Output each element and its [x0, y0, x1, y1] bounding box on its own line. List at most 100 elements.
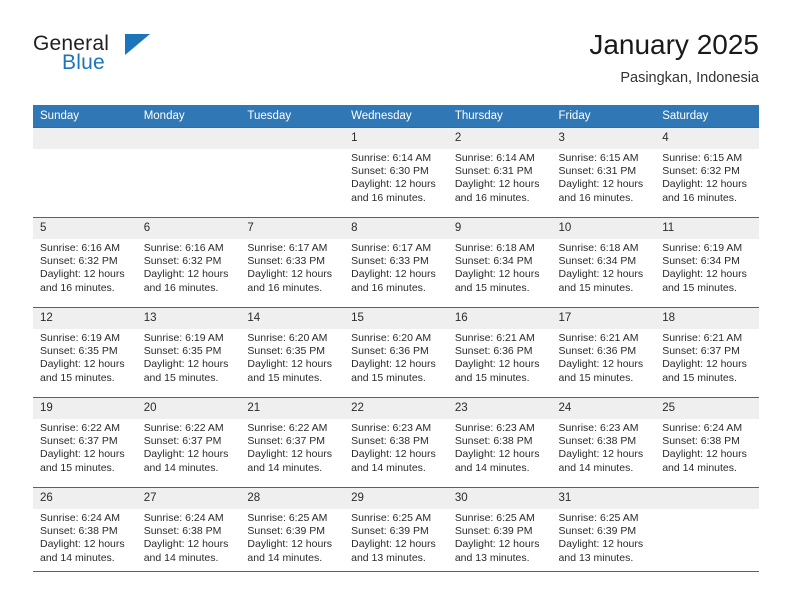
- calendar-day-cell[interactable]: 24 Sunrise: 6:23 AM Sunset: 6:38 PM Dayligh…: [551, 397, 656, 488]
- calendar-day-cell[interactable]: 20 Sunrise: 6:22 AM Sunset: 6:37 PM Dayligh…: [136, 397, 241, 488]
- day-detail-line: Sunset: 6:38 PM: [662, 435, 740, 448]
- day-number: 21: [240, 398, 345, 419]
- day-details: Sunrise: 6:22 AM Sunset: 6:37 PM Daylight:…: [33, 419, 137, 475]
- calendar-day-cell[interactable]: 10 Sunrise: 6:18 AM Sunset: 6:34 PM Dayligh…: [551, 217, 656, 308]
- day-detail-line: Sunrise: 6:17 AM: [351, 242, 432, 254]
- day-number: 24: [551, 398, 656, 419]
- day-detail-line: Sunset: 6:37 PM: [40, 435, 118, 448]
- calendar-day-cell[interactable]: 19 Sunrise: 6:22 AM Sunset: 6:37 PM Dayligh…: [33, 397, 137, 488]
- calendar-week-row: 26 Sunrise: 6:24 AM Sunset: 6:38 PM Dayligh…: [33, 487, 759, 578]
- day-detail-line: Daylight: 12 hours: [40, 358, 125, 371]
- day-details: Sunrise: 6:25 AM Sunset: 6:39 PM Daylight:…: [344, 509, 448, 565]
- day-detail-line: and 14 minutes.: [662, 461, 737, 474]
- day-detail-line: and 14 minutes.: [40, 551, 115, 564]
- day-number: 4: [655, 128, 759, 149]
- day-detail-line: Daylight: 12 hours: [351, 358, 436, 371]
- calendar-day-cell[interactable]: 22 Sunrise: 6:23 AM Sunset: 6:38 PM Dayligh…: [344, 397, 448, 488]
- day-detail-line: Sunset: 6:38 PM: [558, 435, 637, 448]
- calendar-day-cell[interactable]: 28 Sunrise: 6:25 AM Sunset: 6:39 PM Dayligh…: [240, 487, 345, 578]
- day-detail-line: Daylight: 12 hours: [454, 448, 540, 461]
- calendar-day-cell[interactable]: 6 Sunrise: 6:16 AM Sunset: 6:32 PM Daylight…: [136, 217, 241, 308]
- calendar-day-cell[interactable]: 21 Sunrise: 6:22 AM Sunset: 6:37 PM Dayligh…: [240, 397, 345, 488]
- calendar-day-cell[interactable]: 18 Sunrise: 6:21 AM Sunset: 6:37 PM Dayligh…: [655, 307, 759, 398]
- day-details: Sunrise: 6:24 AM Sunset: 6:38 PM Daylight:…: [137, 509, 241, 565]
- day-number: 2: [447, 128, 552, 149]
- day-detail-line: Daylight: 12 hours: [558, 358, 644, 371]
- day-detail-line: Daylight: 12 hours: [351, 178, 436, 191]
- calendar-day-cell[interactable]: 15 Sunrise: 6:20 AM Sunset: 6:36 PM Dayligh…: [344, 307, 448, 398]
- calendar-day-cell[interactable]: 16 Sunrise: 6:21 AM Sunset: 6:36 PM Dayligh…: [447, 307, 552, 398]
- day-number: 19: [33, 398, 137, 419]
- general-blue-logo[interactable]: General Blue: [33, 32, 163, 88]
- day-detail-line: Sunrise: 6:25 AM: [454, 512, 535, 524]
- calendar-day-cell[interactable]: 12 Sunrise: 6:19 AM Sunset: 6:35 PM Dayligh…: [33, 307, 137, 398]
- calendar-day-cell[interactable]: 27 Sunrise: 6:24 AM Sunset: 6:38 PM Dayligh…: [136, 487, 241, 578]
- day-detail-line: and 16 minutes.: [662, 191, 737, 204]
- calendar-day-cell[interactable]: 29 Sunrise: 6:25 AM Sunset: 6:39 PM Dayligh…: [344, 487, 448, 578]
- day-details: Sunrise: 6:15 AM Sunset: 6:31 PM Daylight:…: [552, 149, 656, 205]
- calendar-day-cell[interactable]: 3 Sunrise: 6:15 AM Sunset: 6:31 PM Daylight…: [551, 127, 656, 218]
- day-detail-line: Daylight: 12 hours: [662, 268, 747, 281]
- day-detail-line: Sunset: 6:37 PM: [143, 435, 222, 448]
- day-details: Sunrise: 6:21 AM Sunset: 6:36 PM Daylight:…: [448, 329, 552, 385]
- calendar-day-cell[interactable]: 2 Sunrise: 6:14 AM Sunset: 6:31 PM Daylight…: [447, 127, 552, 218]
- calendar-day-cell[interactable]: 7 Sunrise: 6:17 AM Sunset: 6:33 PM Daylight…: [240, 217, 345, 308]
- day-details: Sunrise: 6:19 AM Sunset: 6:35 PM Daylight:…: [137, 329, 241, 385]
- day-detail-line: Daylight: 12 hours: [454, 268, 540, 281]
- day-detail-line: and 14 minutes.: [143, 551, 219, 564]
- day-detail-line: Sunrise: 6:19 AM: [40, 332, 120, 344]
- calendar-page: General Blue January 2025 Pasingkan, Ind…: [0, 0, 792, 612]
- day-detail-line: Sunrise: 6:17 AM: [247, 242, 328, 254]
- calendar-day-cell[interactable]: 25 Sunrise: 6:24 AM Sunset: 6:38 PM Dayligh…: [655, 397, 759, 488]
- day-detail-line: Daylight: 12 hours: [351, 538, 436, 551]
- day-detail-line: Sunset: 6:36 PM: [454, 345, 533, 358]
- calendar-day-cell[interactable]: 17 Sunrise: 6:21 AM Sunset: 6:36 PM Dayligh…: [551, 307, 656, 398]
- day-detail-line: Sunrise: 6:15 AM: [558, 152, 639, 164]
- calendar-day-cell[interactable]: 8 Sunrise: 6:17 AM Sunset: 6:33 PM Daylight…: [344, 217, 448, 308]
- day-details: Sunrise: 6:25 AM Sunset: 6:39 PM Daylight:…: [552, 509, 656, 565]
- calendar-day-cell[interactable]: 4 Sunrise: 6:15 AM Sunset: 6:32 PM Daylight…: [655, 127, 759, 218]
- day-detail-line: Sunset: 6:37 PM: [247, 435, 326, 448]
- calendar-day-cell[interactable]: 13 Sunrise: 6:19 AM Sunset: 6:35 PM Dayligh…: [136, 307, 241, 398]
- calendar-day-cell[interactable]: 5 Sunrise: 6:16 AM Sunset: 6:32 PM Daylight…: [33, 217, 137, 308]
- day-details: Sunrise: 6:18 AM Sunset: 6:34 PM Daylight:…: [552, 239, 656, 295]
- day-detail-line: Daylight: 12 hours: [662, 448, 747, 461]
- calendar-day-cell[interactable]: 1 Sunrise: 6:14 AM Sunset: 6:30 PM Daylight…: [344, 127, 448, 218]
- calendar-day-cell[interactable]: 30 Sunrise: 6:25 AM Sunset: 6:39 PM Dayligh…: [447, 487, 552, 578]
- triangle-logo-icon: [125, 34, 150, 55]
- calendar-day-cell[interactable]: 23 Sunrise: 6:23 AM Sunset: 6:38 PM Dayligh…: [447, 397, 552, 488]
- day-number: 12: [33, 308, 137, 329]
- day-details: Sunrise: 6:22 AM Sunset: 6:37 PM Daylight:…: [137, 419, 241, 475]
- day-detail-line: and 15 minutes.: [247, 371, 323, 384]
- day-detail-line: Daylight: 12 hours: [247, 538, 333, 551]
- calendar-day-cell[interactable]: 26 Sunrise: 6:24 AM Sunset: 6:38 PM Dayligh…: [33, 487, 137, 578]
- weekday-header-monday: Monday: [136, 105, 241, 128]
- day-detail-line: Sunset: 6:31 PM: [558, 165, 637, 178]
- day-detail-line: and 16 minutes.: [247, 281, 323, 294]
- calendar-day-cell[interactable]: 31 Sunrise: 6:25 AM Sunset: 6:39 PM Dayligh…: [551, 487, 656, 578]
- calendar-bottom-rule: [33, 571, 759, 572]
- day-detail-line: Sunrise: 6:21 AM: [454, 332, 535, 344]
- day-detail-line: Sunrise: 6:20 AM: [247, 332, 328, 344]
- calendar-week-row: 19 Sunrise: 6:22 AM Sunset: 6:37 PM Dayligh…: [33, 397, 759, 488]
- weekday-header-friday: Friday: [551, 105, 656, 128]
- day-detail-line: Sunrise: 6:15 AM: [662, 152, 743, 164]
- calendar-day-cell-empty: [240, 127, 345, 218]
- calendar-day-cell[interactable]: 14 Sunrise: 6:20 AM Sunset: 6:35 PM Dayligh…: [240, 307, 345, 398]
- calendar-week-row: 1 Sunrise: 6:14 AM Sunset: 6:30 PM Daylight…: [33, 127, 759, 218]
- day-detail-line: Sunset: 6:31 PM: [454, 165, 533, 178]
- day-number: 29: [344, 488, 448, 509]
- day-detail-line: Sunset: 6:34 PM: [454, 255, 533, 268]
- day-detail-line: Daylight: 12 hours: [662, 178, 747, 191]
- day-detail-line: Sunrise: 6:25 AM: [247, 512, 328, 524]
- weekday-header-wednesday: Wednesday: [344, 105, 448, 128]
- day-number: 26: [33, 488, 137, 509]
- calendar-day-cell[interactable]: 9 Sunrise: 6:18 AM Sunset: 6:34 PM Daylight…: [447, 217, 552, 308]
- day-details: Sunrise: 6:17 AM Sunset: 6:33 PM Daylight:…: [344, 239, 448, 295]
- day-number: 30: [447, 488, 552, 509]
- title-block: January 2025 Pasingkan, Indonesia: [589, 28, 759, 88]
- day-detail-line: and 15 minutes.: [454, 281, 530, 294]
- day-details: Sunrise: 6:14 AM Sunset: 6:30 PM Daylight:…: [344, 149, 448, 205]
- day-detail-line: Daylight: 12 hours: [351, 268, 436, 281]
- calendar-day-cell[interactable]: 11 Sunrise: 6:19 AM Sunset: 6:34 PM Dayligh…: [655, 217, 759, 308]
